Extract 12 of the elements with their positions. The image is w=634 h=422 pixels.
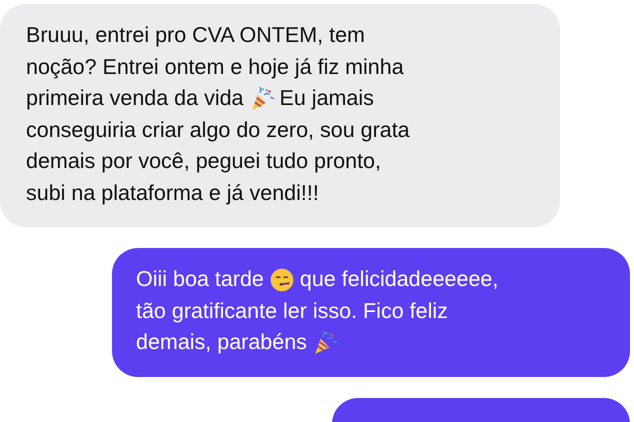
message-text: conseguiria criar algo do zero, sou grata [26,116,410,144]
message-text: demais por você, peguei tudo pronto, [26,148,381,175]
message-text: que felicidadeeeeee, [300,266,498,293]
message-text: subi na plataforma e já vendi!!! [26,180,319,206]
partying-face-icon [268,266,295,293]
message-text: primeira venda da vida [26,85,244,112]
message-text: Eu jamais [280,85,374,112]
message-text: Bruuu, entrei pro CVA ONTEM, tem [26,22,365,49]
message-text: noção? Entrei ontem e hoje já fiz minha [26,54,404,80]
message-text: demais, parabéns [136,329,307,356]
message-text: Oiii boa tarde [136,266,264,293]
message-text: tão gratificante ler isso. Fico feliz [136,298,448,324]
